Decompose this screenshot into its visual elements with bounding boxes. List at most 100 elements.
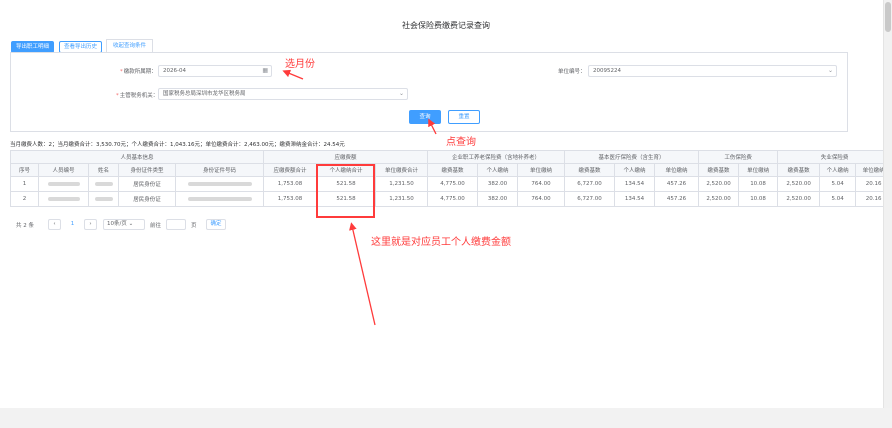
cell-person-id-redacted (38, 176, 89, 192)
cell-injury-base: 2,520.00 (698, 191, 740, 207)
cell-person-id-redacted (38, 191, 89, 207)
reset-button[interactable]: 重置 (448, 110, 480, 124)
column-header-row: 序号 人员编号 姓名 身份证件类型 身份证件号码 应缴费额合计 个人缴纳合计 单… (10, 163, 892, 177)
column-header: 个人缴纳 (477, 163, 519, 177)
vertical-scrollbar[interactable] (883, 0, 892, 408)
calendar-icon[interactable]: ▦ (262, 66, 268, 76)
column-header: 应缴费额合计 (263, 163, 318, 177)
group-header: 企业职工养老保险费（含地补养老） (427, 150, 566, 164)
column-header: 序号 (10, 163, 39, 177)
column-header: 单位缴纳 (738, 163, 779, 177)
unit-value: 20095224 (593, 68, 621, 74)
cell-id-type: 居民身份证 (118, 191, 176, 207)
cell-unemployment-base: 2,520.00 (777, 176, 821, 192)
column-header: 缴费基数 (564, 163, 616, 177)
cell-medical-unit: 457.26 (654, 176, 700, 192)
cell-injury-unit: 10.08 (738, 191, 779, 207)
cell-id-number-redacted (174, 176, 265, 192)
cell-unit-total: 1,231.50 (375, 176, 429, 192)
column-header: 缴费基数 (698, 163, 740, 177)
tab-collapse-query[interactable]: 收起查询条件 (106, 39, 154, 53)
chevron-down-icon: ⌄ (398, 90, 404, 97)
unit-select[interactable]: 20095224 ⌄ (588, 65, 837, 77)
cell-pension-unit: 764.00 (517, 191, 566, 207)
scrollbar-thumb[interactable] (885, 2, 891, 32)
cell-medical-personal: 134.54 (614, 191, 656, 207)
highlight-box (316, 164, 375, 218)
cell-seq: 2 (10, 191, 39, 207)
period-field[interactable]: 2026-04 ▦ (158, 65, 272, 77)
group-header: 应缴费额 (263, 150, 429, 164)
chevron-right-icon[interactable]: › (84, 219, 97, 230)
cell-medical-base: 6,727.00 (564, 191, 616, 207)
column-header: 单位缴费合计 (375, 163, 429, 177)
period-label-text: 缴款所属期： (123, 69, 157, 75)
cell-medical-personal: 134.54 (614, 176, 656, 192)
tax-office-label: *主管税务机关： (116, 91, 158, 99)
page-unit-label: 页 (191, 223, 197, 229)
group-header: 人员基本信息 (9, 150, 265, 164)
page-number[interactable]: 1 (66, 219, 79, 230)
column-header: 个人缴纳 (614, 163, 656, 177)
column-header: 单位缴纳 (517, 163, 566, 177)
cell-pension-base: 4,775.00 (427, 191, 479, 207)
cell-total: 1,753.08 (263, 176, 318, 192)
cell-unit-total: 1,231.50 (375, 191, 429, 207)
page-size-select[interactable]: 10条/页 ⌄ (103, 219, 145, 230)
goto-confirm-button[interactable]: 确定 (206, 219, 226, 230)
page-size-value: 10条/页 (107, 221, 127, 227)
table-row[interactable]: 1 居民身份证 1,753.08 521.58 1,231.50 4,775.0… (10, 176, 892, 192)
group-header: 工伤保险费 (698, 150, 779, 164)
period-label: *缴款所属期： (120, 67, 157, 75)
column-header: 缴费基数 (777, 163, 821, 177)
cell-total: 1,753.08 (263, 191, 318, 207)
column-header: 姓名 (88, 163, 119, 177)
tax-office-select[interactable]: 国家税务总局深圳市龙华区税务局 ⌄ (158, 88, 408, 100)
cell-unemployment-personal: 5.04 (819, 176, 857, 192)
cell-pension-base: 4,775.00 (427, 176, 479, 192)
group-header-row: 人员基本信息 应缴费额 企业职工养老保险费（含地补养老） 基本医疗保险费（含生育… (9, 150, 892, 164)
cell-injury-base: 2,520.00 (698, 176, 740, 192)
cell-medical-base: 6,727.00 (564, 176, 616, 192)
cell-id-type: 居民身份证 (118, 176, 176, 192)
chevron-down-icon: ⌄ (827, 67, 833, 74)
annotation-click-query: 点查询 (446, 137, 476, 148)
chevron-down-icon: ⌄ (128, 221, 134, 227)
period-value: 2026-04 (163, 68, 186, 74)
annotation-select-month: 选月份 (285, 59, 315, 70)
cell-seq: 1 (10, 176, 39, 192)
chevron-left-icon[interactable]: ‹ (48, 219, 61, 230)
goto-label: 前往 (150, 223, 162, 229)
required-mark: * (120, 69, 123, 75)
column-header: 个人缴纳 (819, 163, 857, 177)
group-header: 基本医疗保险费（含生育） (564, 150, 700, 164)
cell-pension-personal: 382.00 (477, 191, 519, 207)
cell-pension-unit: 764.00 (517, 176, 566, 192)
tax-office-label-text: 主管税务机关： (119, 93, 159, 99)
footer-band (0, 408, 892, 428)
page-root: 社会保险费缴费记录查询 导出职工明细 查看导出历史 收起查询条件 *缴款所属期：… (0, 0, 892, 428)
table-row[interactable]: 2 居民身份证 1,753.08 521.58 1,231.50 4,775.0… (10, 191, 892, 207)
column-header: 缴费基数 (427, 163, 479, 177)
column-header: 人员编号 (38, 163, 89, 177)
tax-office-value: 国家税务总局深圳市龙华区税务局 (163, 91, 246, 97)
annotation-personal-amount: 这里就是对应员工个人缴费金额 (371, 237, 511, 248)
summary-text: 当月缴费人数：2；当月缴费合计：3,530.70元；个人缴费合计：1,043.1… (10, 142, 345, 148)
payment-records-table: 人员基本信息 应缴费额 企业职工养老保险费（含地补养老） 基本医疗保险费（含生育… (9, 150, 892, 207)
cell-id-number-redacted (174, 191, 265, 207)
unit-label: 单位编号： (558, 69, 586, 75)
cell-injury-unit: 10.08 (738, 176, 779, 192)
cell-unemployment-base: 2,520.00 (777, 191, 821, 207)
cell-unemployment-personal: 5.04 (819, 191, 857, 207)
column-header: 身份证件类型 (118, 163, 176, 177)
cell-name-redacted (88, 176, 119, 192)
group-header: 失业保险费 (777, 150, 892, 164)
cell-name-redacted (88, 191, 119, 207)
cell-pension-personal: 382.00 (477, 176, 519, 192)
goto-page-input[interactable] (166, 219, 186, 230)
column-header: 身份证件号码 (174, 163, 265, 177)
pager-total: 共 2 条 (16, 223, 34, 229)
query-button[interactable]: 查询 (409, 110, 441, 124)
required-mark: * (116, 93, 119, 99)
page-title: 社会保险费缴费记录查询 (402, 21, 490, 30)
